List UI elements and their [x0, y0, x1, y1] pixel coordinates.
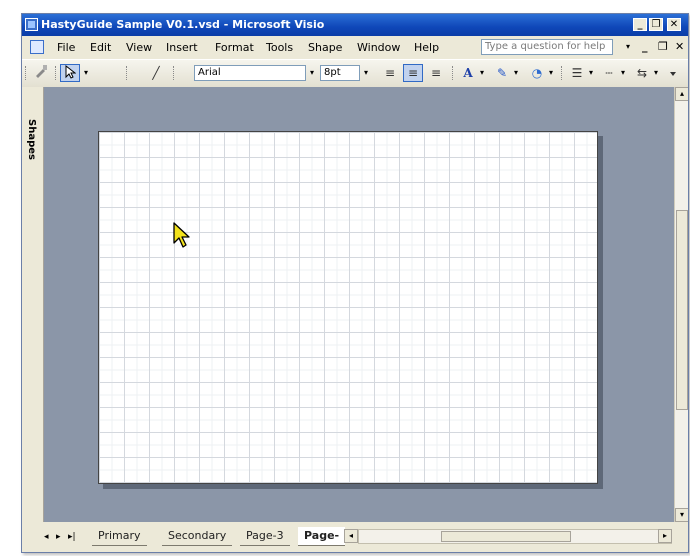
menu-tools[interactable]: Tools — [266, 41, 293, 54]
doc-minimize-button[interactable]: _ — [642, 40, 648, 53]
line-weight-dropdown[interactable]: ▾ — [589, 65, 593, 81]
visio-app-icon[interactable] — [25, 18, 38, 31]
help-dropdown-arrow[interactable]: ▾ — [626, 42, 630, 51]
scroll-up-button[interactable]: ▴ — [675, 87, 688, 101]
document-icon[interactable] — [30, 40, 44, 54]
align-right-icon[interactable]: ≡ — [426, 64, 446, 82]
close-button[interactable]: ✕ — [667, 18, 681, 31]
doc-restore-button[interactable]: ❐ — [658, 40, 668, 53]
line-weight-icon[interactable]: ☰ — [567, 64, 587, 82]
visio-window: HastyGuide Sample V0.1.vsd - Microsoft V… — [21, 13, 689, 553]
drawing-window[interactable]: Shapes — [22, 87, 674, 522]
line-color-dropdown[interactable]: ▾ — [514, 65, 518, 81]
menu-shape[interactable]: Shape — [308, 41, 342, 54]
shapes-panel-tab[interactable]: Shapes — [22, 87, 44, 522]
page-tab-primary[interactable]: Primary — [92, 527, 147, 546]
page-tab-page-3[interactable]: Page-3 — [240, 527, 290, 546]
next-page-button[interactable]: ▸ — [56, 532, 61, 542]
toolbar-grip[interactable] — [173, 66, 177, 80]
pointer-tool-icon[interactable] — [60, 64, 80, 82]
page-tab-secondary[interactable]: Secondary — [162, 527, 233, 546]
toolbar-grip[interactable] — [126, 66, 130, 80]
line-ends-icon[interactable]: ⇆ — [632, 64, 652, 82]
font-size-box[interactable]: 8pt — [320, 65, 360, 81]
font-color-icon[interactable]: A — [458, 64, 478, 82]
font-name-box[interactable]: Arial — [194, 65, 306, 81]
scroll-down-button[interactable]: ▾ — [675, 508, 688, 522]
font-name-dropdown[interactable]: ▾ — [310, 65, 314, 81]
fill-color-icon[interactable]: ◔ — [527, 64, 547, 82]
font-size-dropdown[interactable]: ▾ — [364, 65, 368, 81]
vertical-scrollbar[interactable]: ▴ ▾ — [674, 87, 688, 522]
line-color-icon[interactable]: ✎ — [492, 64, 512, 82]
shapes-panel-label: Shapes — [26, 119, 37, 160]
first-page-button[interactable]: ◂ — [44, 532, 49, 542]
align-center-icon[interactable]: ≡ — [403, 64, 423, 82]
page-tabs-bar: ◂ ▸ ▸| Primary Secondary Page-3 Page- ◂ … — [22, 522, 688, 552]
last-page-button[interactable]: ▸| — [68, 532, 76, 542]
formatting-toolbar: ▾ ╱ Arial ▾ 8pt ▾ ≡ ≡ ≡ A ▾ ✎ ▾ ◔ ▾ ☰ ▾ … — [22, 59, 688, 88]
pointer-tool-dropdown[interactable]: ▾ — [84, 65, 88, 81]
toolbar-grip[interactable] — [25, 66, 29, 80]
page-tab-current[interactable]: Page- — [298, 527, 346, 546]
horizontal-scroll-thumb[interactable] — [441, 531, 571, 542]
scroll-left-button[interactable]: ◂ — [344, 529, 358, 543]
doc-close-button[interactable]: ✕ — [675, 40, 684, 53]
line-ends-dropdown[interactable]: ▾ — [654, 65, 658, 81]
menu-help[interactable]: Help — [414, 41, 439, 54]
help-question-box[interactable]: Type a question for help — [481, 39, 613, 55]
align-left-icon[interactable]: ≡ — [380, 64, 400, 82]
title-bar[interactable]: HastyGuide Sample V0.1.vsd - Microsoft V… — [22, 14, 688, 36]
window-title: HastyGuide Sample V0.1.vsd - Microsoft V… — [41, 18, 325, 31]
toolbar-grip[interactable] — [55, 66, 59, 80]
fill-color-dropdown[interactable]: ▾ — [549, 65, 553, 81]
mouse-pointer-icon — [173, 222, 190, 248]
restore-button[interactable]: ❐ — [649, 18, 663, 31]
scroll-right-button[interactable]: ▸ — [658, 529, 672, 543]
menu-file[interactable]: File — [57, 41, 75, 54]
line-pattern-dropdown[interactable]: ▾ — [621, 65, 625, 81]
menu-insert[interactable]: Insert — [166, 41, 198, 54]
toolbar-grip[interactable] — [452, 66, 456, 80]
font-color-dropdown[interactable]: ▾ — [480, 65, 484, 81]
format-painter-icon[interactable] — [31, 64, 51, 82]
toolbar-grip[interactable] — [561, 66, 565, 80]
menu-bar: File Edit View Insert Format Tools Shape… — [22, 36, 688, 58]
vertical-scroll-thumb[interactable] — [676, 210, 688, 410]
menu-format[interactable]: Format — [215, 41, 254, 54]
minimize-button[interactable]: _ — [633, 18, 647, 31]
drawing-page[interactable] — [98, 131, 598, 484]
line-tool-icon[interactable]: ╱ — [146, 64, 166, 82]
menu-window[interactable]: Window — [357, 41, 400, 54]
menu-view[interactable]: View — [126, 41, 152, 54]
line-pattern-icon[interactable]: ┄ — [599, 64, 619, 82]
toolbar-options-icon[interactable] — [667, 64, 679, 82]
menu-edit[interactable]: Edit — [90, 41, 111, 54]
horizontal-scrollbar[interactable] — [358, 529, 672, 544]
